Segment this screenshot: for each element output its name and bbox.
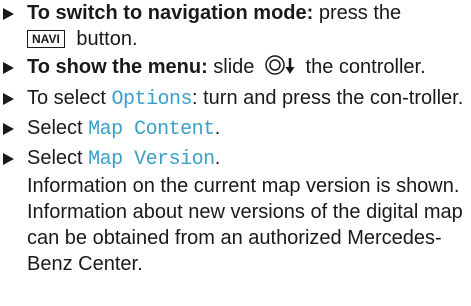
step-text: Select <box>27 147 89 169</box>
step-text: To select <box>27 87 112 109</box>
step-select-map-content: Select Map Content. <box>0 115 471 143</box>
step-select-options: To select Options: turn and press the co… <box>0 85 471 113</box>
triangle-bullet-icon <box>3 93 14 105</box>
step-switch-navigation-mode: To switch to navigation mode: press the … <box>0 0 471 52</box>
step-select-map-version: Select Map Version. Information on the c… <box>0 145 471 277</box>
step-text: Select <box>27 117 89 139</box>
instruction-steps: To switch to navigation mode: press the … <box>0 0 471 277</box>
triangle-bullet-icon <box>3 62 14 74</box>
navi-key-label: NAVI <box>27 30 65 48</box>
triangle-bullet-icon <box>3 153 14 165</box>
menu-item-map-version: Map Version <box>88 148 215 171</box>
step-show-menu: To show the menu: slide the controller. <box>0 54 471 83</box>
menu-item-options: Options <box>111 88 192 111</box>
step-lead: To switch to navigation mode: <box>27 2 314 24</box>
step-text: button. <box>70 28 138 50</box>
step-result-text: Information on the current map version i… <box>27 175 463 275</box>
step-text: the controller. <box>300 56 426 78</box>
triangle-bullet-icon <box>3 123 14 135</box>
instruction-page: To switch to navigation mode: press the … <box>0 0 471 306</box>
step-text: slide <box>207 56 255 78</box>
menu-item-map-content: Map Content <box>88 118 215 141</box>
triangle-bullet-icon <box>3 8 14 20</box>
step-text: . <box>214 147 221 169</box>
step-text: press the <box>313 2 402 24</box>
controller-slide-down-icon <box>264 54 298 83</box>
step-lead: To show the menu: <box>27 56 208 78</box>
step-text: : turn and press the con-troller. <box>192 87 464 109</box>
step-text: . <box>214 117 221 139</box>
